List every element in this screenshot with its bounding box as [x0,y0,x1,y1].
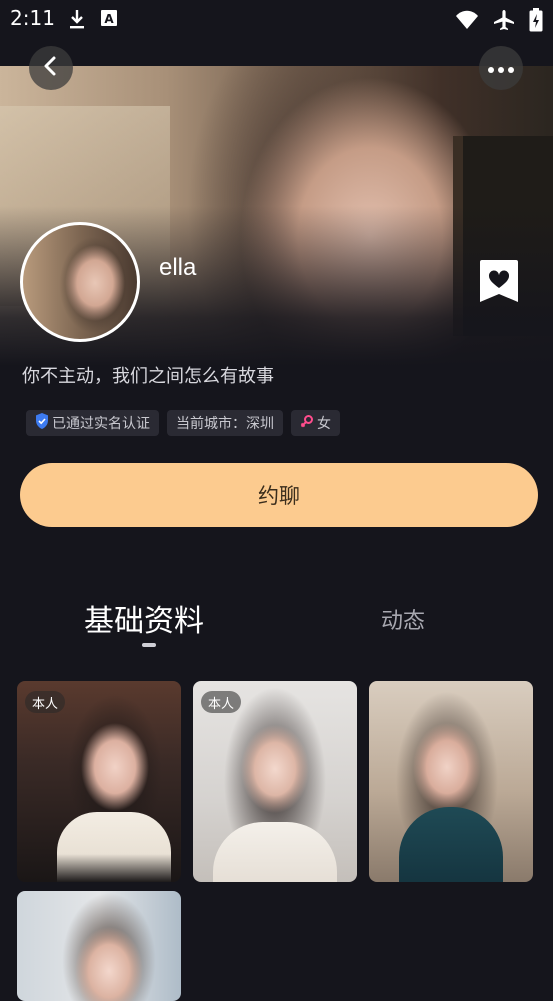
photo-thumbnail[interactable]: 本人 [17,681,181,882]
city-tag: 当前城市：深圳 [167,410,283,436]
download-icon [68,8,86,34]
username: ella [159,254,197,281]
battery-charging-icon [529,8,543,36]
avatar[interactable] [20,222,140,342]
wifi-icon [455,10,479,34]
more-button[interactable] [479,46,523,90]
airplane-icon [493,9,515,35]
favorite-button[interactable] [478,258,520,304]
a-square-icon: A [100,8,118,34]
start-chat-button[interactable]: 约聊 [20,463,538,527]
chevron-left-icon [41,55,61,81]
more-horizontal-icon [487,59,515,78]
status-time: 2:11 [10,6,55,30]
back-button[interactable] [29,46,73,90]
bio-text: 你不主动，我们之间怎么有故事 [22,366,274,387]
heart-bookmark-icon [478,260,520,308]
gender-tag-label: 女 [317,416,331,432]
gender-tag: 女 [291,410,340,436]
self-badge: 本人 [201,691,242,713]
city-tag-label: 当前城市：深圳 [176,416,274,432]
tab-basic-info[interactable]: 基础资料 [84,596,204,640]
verified-tag-label: 已通过实名认证 [52,416,150,432]
tab-moments[interactable]: 动态 [381,603,425,635]
svg-text:A: A [104,12,114,26]
status-bar: 2:11 A [0,0,553,38]
female-icon [300,414,314,432]
active-tab-indicator [142,643,156,647]
tag-list: 已通过实名认证 当前城市：深圳 女 [26,410,340,436]
self-badge: 本人 [25,691,66,713]
photo-thumbnail[interactable] [17,891,181,1001]
verified-shield-icon [35,413,49,433]
photo-thumbnail[interactable] [369,681,533,882]
verified-tag: 已通过实名认证 [26,410,159,436]
photo-thumbnail[interactable]: 本人 [193,681,357,882]
